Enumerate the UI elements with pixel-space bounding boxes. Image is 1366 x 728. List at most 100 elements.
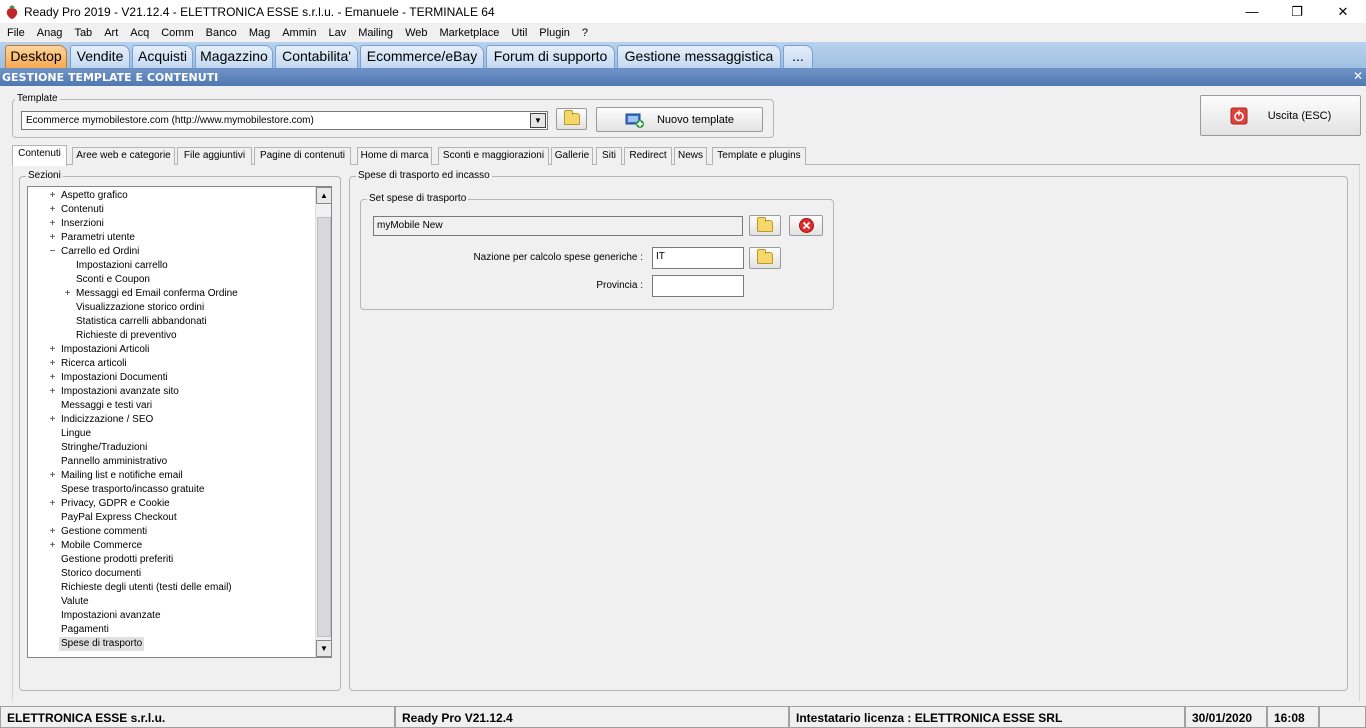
- expand-icon[interactable]: +: [48, 497, 57, 511]
- collapse-icon[interactable]: −: [48, 245, 57, 259]
- expand-icon[interactable]: +: [48, 343, 57, 357]
- nation-field[interactable]: IT: [652, 247, 744, 269]
- tree-item[interactable]: Mobile Commerce: [61, 539, 142, 553]
- menu-lav[interactable]: Lav: [322, 27, 352, 39]
- tree-item[interactable]: Contenuti: [61, 203, 104, 217]
- menu-tab[interactable]: Tab: [68, 27, 98, 39]
- tree-item[interactable]: Inserzioni: [61, 217, 104, 231]
- expand-icon[interactable]: +: [48, 469, 57, 483]
- expand-icon[interactable]: +: [48, 217, 57, 231]
- tree-item[interactable]: Impostazioni carrello: [76, 259, 168, 273]
- expand-icon[interactable]: +: [48, 189, 57, 203]
- tree-item[interactable]: Storico documenti: [61, 567, 141, 581]
- shipping-set-field[interactable]: myMobile New: [373, 216, 743, 236]
- tree-item[interactable]: Impostazioni avanzate sito: [61, 385, 179, 399]
- subtab-redirect[interactable]: Redirect: [624, 147, 672, 165]
- shipping-set-clear-button[interactable]: [789, 215, 823, 236]
- tree-item[interactable]: Carrello ed Ordini: [61, 245, 139, 259]
- sections-tree[interactable]: + Aspetto grafico + Contenuti + Inserzio…: [27, 186, 332, 658]
- tree-item[interactable]: Lingue: [61, 427, 91, 441]
- tab-more[interactable]: ...: [783, 45, 813, 68]
- menu-help[interactable]: ?: [576, 27, 594, 39]
- menu-mailing[interactable]: Mailing: [352, 27, 399, 39]
- tree-item[interactable]: Impostazioni Documenti: [61, 371, 168, 385]
- subtab-sconti-e-maggiorazioni[interactable]: Sconti e maggiorazioni: [438, 147, 549, 165]
- exit-button[interactable]: Uscita (ESC): [1200, 95, 1361, 136]
- template-select[interactable]: Ecommerce mymobilestore.com (http://www.…: [21, 111, 548, 130]
- tab-gestione-messaggistica[interactable]: Gestione messaggistica: [617, 45, 781, 68]
- tree-item[interactable]: Sconti e Coupon: [76, 273, 150, 287]
- tree-item[interactable]: Aspetto grafico: [61, 189, 128, 203]
- subtab-home-di-marca[interactable]: Home di marca: [357, 147, 432, 165]
- tab-acquisti[interactable]: Acquisti: [132, 45, 193, 68]
- tab-ecommerce-ebay[interactable]: Ecommerce/eBay: [360, 45, 484, 68]
- tree-item[interactable]: Impostazioni Articoli: [61, 343, 149, 357]
- tab-contabilita[interactable]: Contabilita': [275, 45, 358, 68]
- expand-icon[interactable]: +: [48, 539, 57, 553]
- tree-item[interactable]: Pannello amministrativo: [61, 455, 167, 469]
- expand-icon[interactable]: +: [48, 231, 57, 245]
- tree-item[interactable]: Gestione commenti: [61, 525, 147, 539]
- subtab-news[interactable]: News: [674, 147, 707, 165]
- tree-item[interactable]: Richieste di preventivo: [76, 329, 177, 343]
- expand-icon[interactable]: +: [48, 413, 57, 427]
- tree-item-selected[interactable]: Spese di trasporto: [59, 637, 145, 651]
- tree-item[interactable]: Indicizzazione / SEO: [61, 413, 153, 427]
- tree-item[interactable]: Visualizzazione storico ordini: [76, 301, 204, 315]
- expand-icon[interactable]: +: [48, 357, 57, 371]
- chevron-down-icon[interactable]: ▼: [530, 113, 546, 128]
- tree-item[interactable]: Spese trasporto/incasso gratuite: [61, 483, 204, 497]
- tree-scrollbar[interactable]: ▲ ▼: [315, 187, 332, 657]
- menu-art[interactable]: Art: [98, 27, 124, 39]
- menu-banco[interactable]: Banco: [200, 27, 243, 39]
- tree-item[interactable]: PayPal Express Checkout: [61, 511, 177, 525]
- subtab-template-e-plugins[interactable]: Template e plugins: [712, 147, 806, 165]
- template-browse-button[interactable]: [556, 108, 587, 130]
- shipping-set-browse-button[interactable]: [749, 215, 781, 236]
- expand-icon[interactable]: +: [48, 525, 57, 539]
- tab-desktop[interactable]: Desktop: [5, 45, 67, 68]
- menu-acq[interactable]: Acq: [124, 27, 155, 39]
- tree-item[interactable]: Impostazioni avanzate: [61, 609, 161, 623]
- subtab-gallerie[interactable]: Gallerie: [551, 147, 593, 165]
- section-close-icon[interactable]: ✕: [1353, 69, 1363, 83]
- tree-item[interactable]: Messaggi ed Email conferma Ordine: [76, 287, 238, 301]
- menu-comm[interactable]: Comm: [155, 27, 199, 39]
- tree-item[interactable]: Richieste degli utenti (testi delle emai…: [61, 581, 232, 595]
- tree-item[interactable]: Valute: [61, 595, 89, 609]
- tree-item[interactable]: Stringhe/Traduzioni: [61, 441, 147, 455]
- subtab-pagine-di-contenuti[interactable]: Pagine di contenuti: [254, 147, 351, 165]
- menu-ammin[interactable]: Ammin: [276, 27, 322, 39]
- nation-browse-button[interactable]: [749, 247, 781, 269]
- subtab-file-aggiuntivi[interactable]: File aggiuntivi: [177, 147, 252, 165]
- expand-icon[interactable]: +: [48, 385, 57, 399]
- province-field[interactable]: [652, 275, 744, 297]
- tab-vendite[interactable]: Vendite: [70, 45, 130, 68]
- tree-item[interactable]: Ricerca articoli: [61, 357, 127, 371]
- tree-item[interactable]: Gestione prodotti preferiti: [61, 553, 173, 567]
- tree-item[interactable]: Parametri utente: [61, 231, 135, 245]
- expand-icon[interactable]: +: [48, 371, 57, 385]
- close-button[interactable]: ✕: [1320, 0, 1366, 23]
- expand-icon[interactable]: +: [63, 287, 72, 301]
- tab-magazzino[interactable]: Magazzino: [195, 45, 273, 68]
- scrollbar-thumb[interactable]: [317, 217, 331, 637]
- new-template-button[interactable]: Nuovo template: [596, 107, 763, 132]
- menu-util[interactable]: Util: [505, 27, 533, 39]
- subtab-aree-web-e-categorie[interactable]: Aree web e categorie: [72, 147, 175, 165]
- tree-item[interactable]: Privacy, GDPR e Cookie: [61, 497, 170, 511]
- maximize-button[interactable]: ❐: [1274, 0, 1320, 23]
- menu-web[interactable]: Web: [399, 27, 433, 39]
- tree-item[interactable]: Mailing list e notifiche email: [61, 469, 183, 483]
- menu-anag[interactable]: Anag: [31, 27, 69, 39]
- minimize-button[interactable]: —: [1229, 0, 1275, 23]
- tree-item[interactable]: Messaggi e testi vari: [61, 399, 152, 413]
- menu-file[interactable]: File: [1, 27, 31, 39]
- menu-marketplace[interactable]: Marketplace: [433, 27, 505, 39]
- expand-icon[interactable]: +: [48, 203, 57, 217]
- tree-item[interactable]: Statistica carrelli abbandonati: [76, 315, 207, 329]
- menu-mag[interactable]: Mag: [243, 27, 276, 39]
- subtab-contenuti[interactable]: Contenuti: [12, 145, 67, 166]
- menu-plugin[interactable]: Plugin: [533, 27, 576, 39]
- tree-item[interactable]: Pagamenti: [61, 623, 109, 637]
